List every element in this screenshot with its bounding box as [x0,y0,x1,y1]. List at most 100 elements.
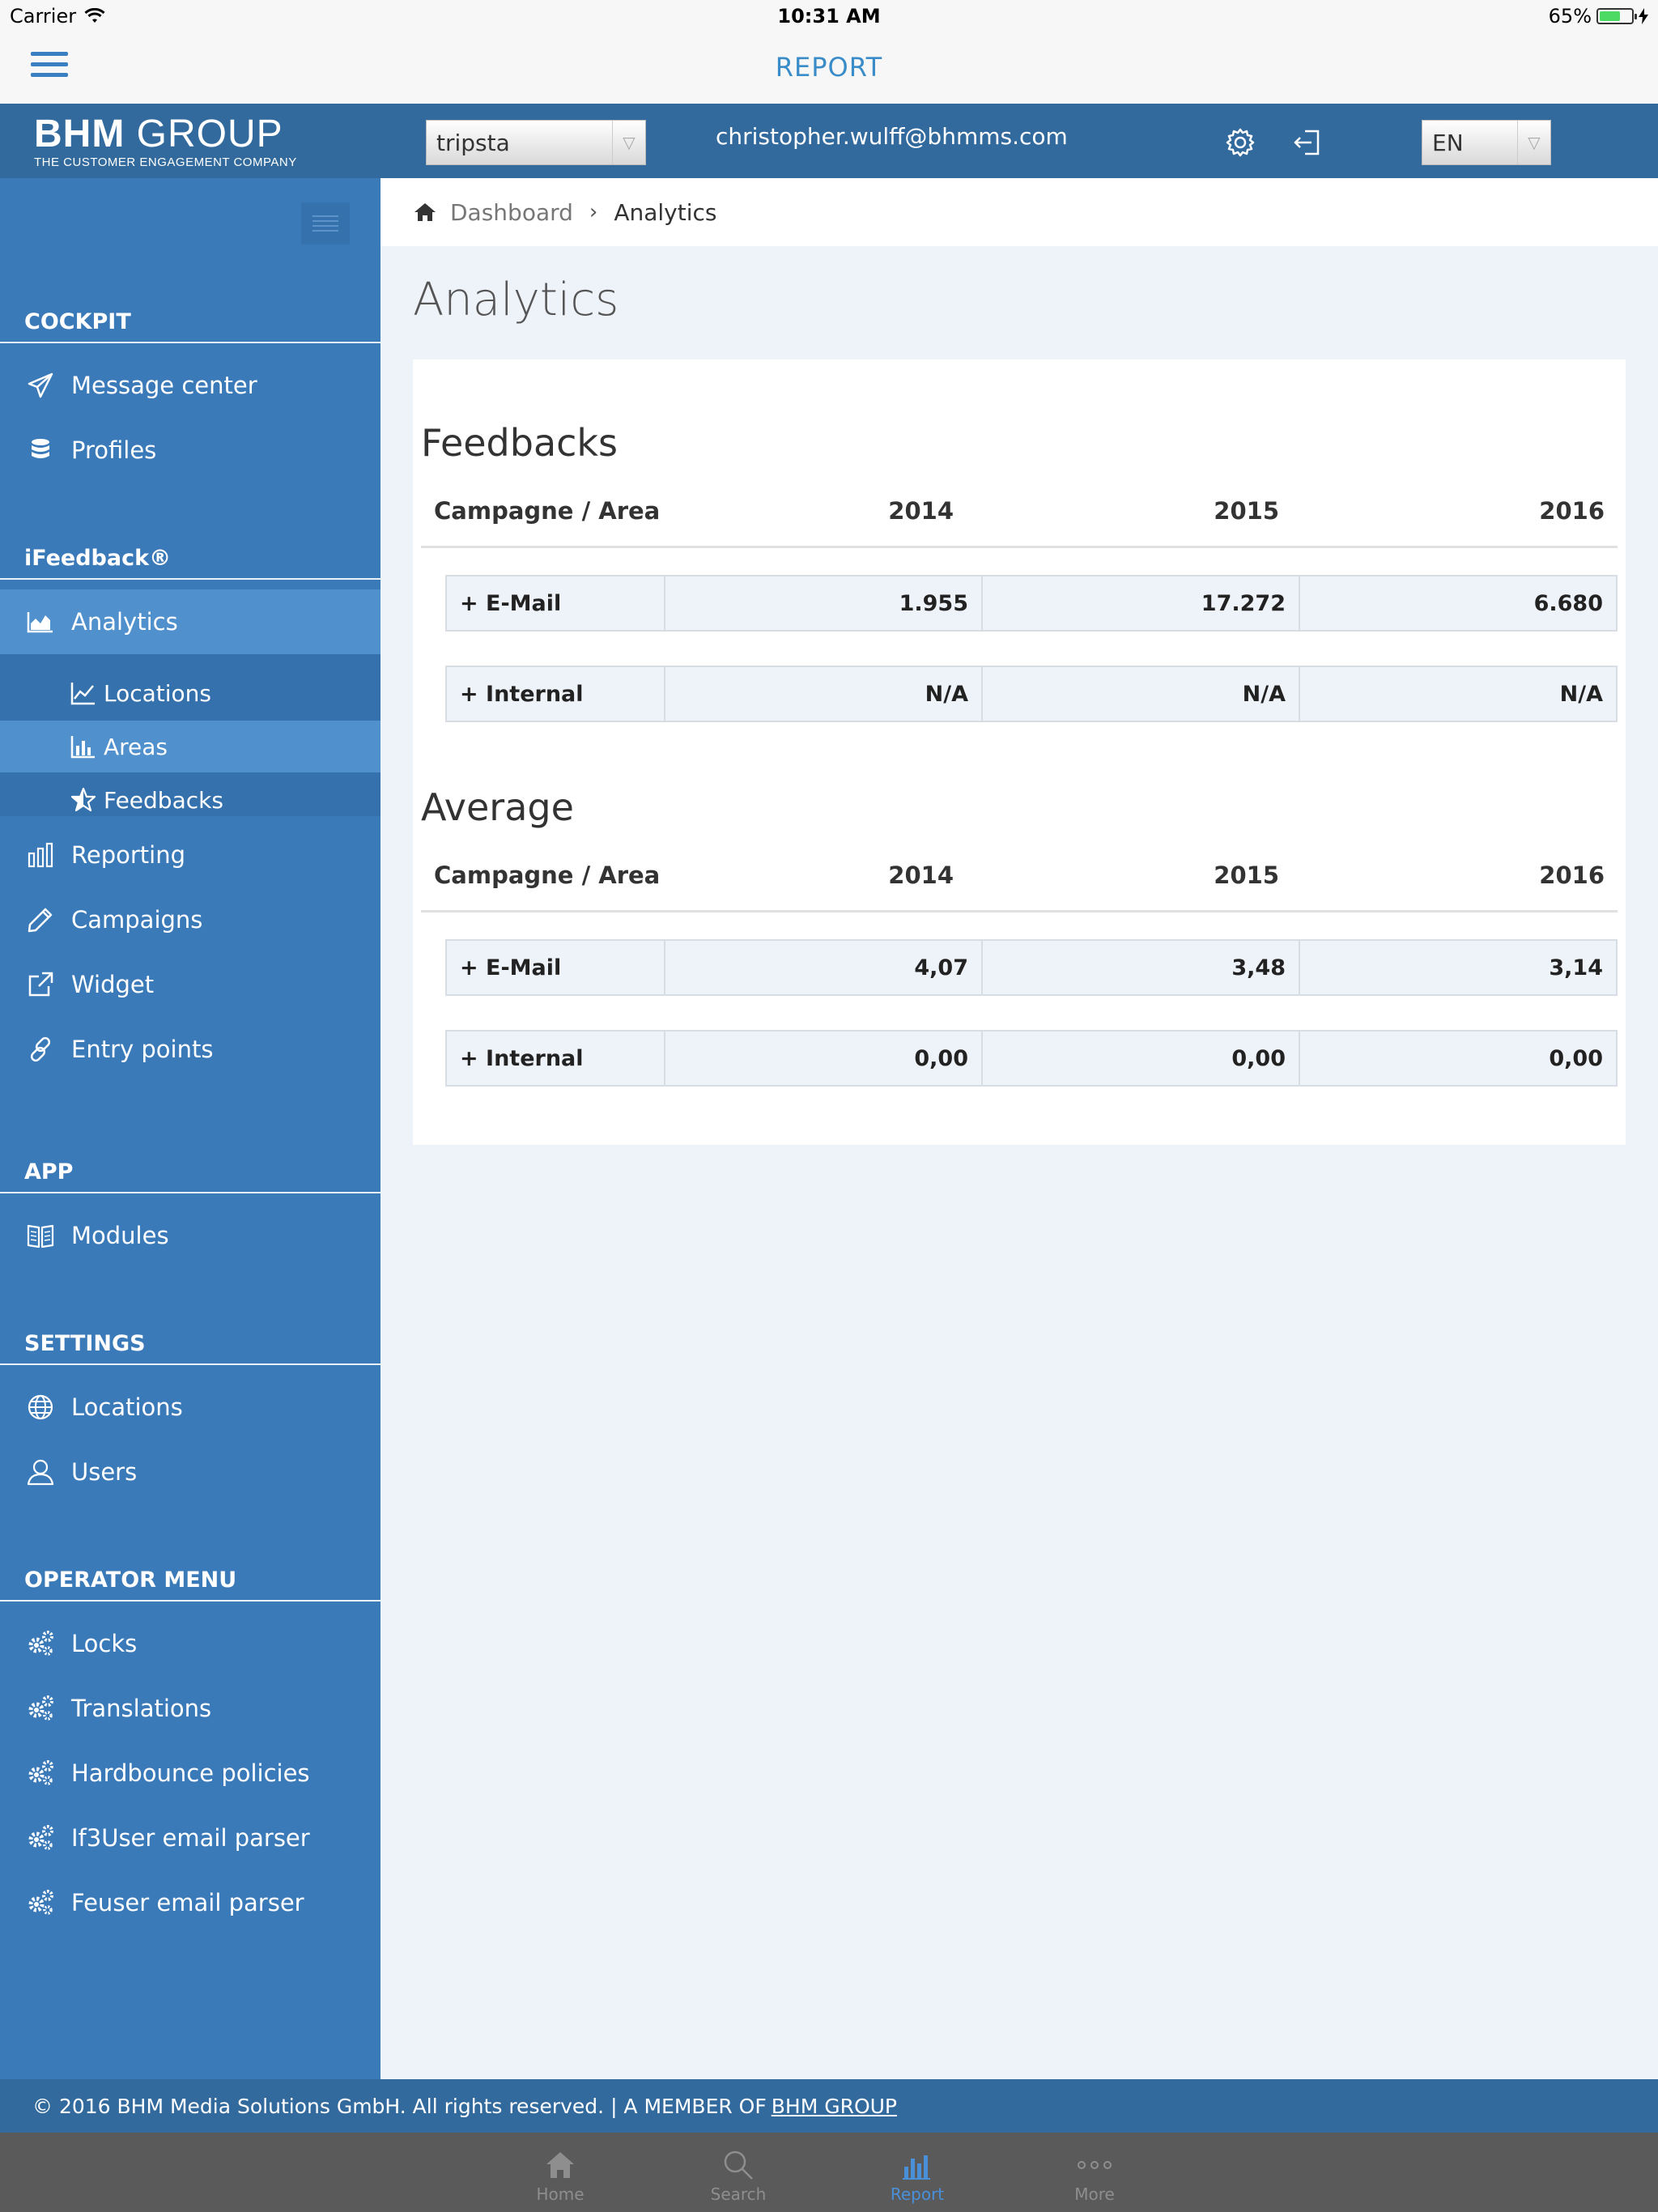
sidebar-item-label: Locations [71,1393,183,1421]
footer-bhm-group-link[interactable]: BHM GROUP [772,2095,897,2118]
row-label: + E-Mail [447,576,665,630]
sidebar-item-label: Users [71,1458,138,1486]
battery-icon [1596,8,1637,24]
analytics-card: Feedbacks Campagne / Area 2014 2015 2016… [413,359,1626,1145]
sidebar-item-users[interactable]: Users [0,1440,380,1504]
table-cell: 6.680 [1533,590,1603,616]
sidebar-item-message-center[interactable]: Message center [0,353,380,418]
client-select[interactable]: tripsta ▽ [426,120,646,165]
sidebar-subitem-locations[interactable]: Locations [0,667,380,719]
gear-icon[interactable] [1222,125,1258,160]
table-row-internal[interactable]: + Internal 0,00 0,00 0,00 [445,1030,1618,1087]
bar-chart-icon [903,2155,930,2180]
tab-home[interactable]: Home [504,2133,617,2212]
sidebar-collapse-button[interactable] [301,202,350,245]
charging-bolt-icon [1639,8,1648,24]
sidebar-item-reporting[interactable]: Reporting [0,823,380,887]
client-select-value: tripsta [436,129,510,156]
table-cell: 0,00 [1549,1045,1603,1071]
sidebar-item-label: Analytics [71,608,178,636]
analytics-submenu: Locations Areas Feedbacks [0,654,380,816]
tab-report[interactable]: Report [861,2133,974,2212]
table-cell: 0,00 [983,1032,1300,1085]
home-icon [546,2152,574,2178]
sidebar-item-hardbounce-policies[interactable]: Hardbounce policies [0,1741,380,1806]
clock: 10:31 AM [777,5,881,28]
sidebar-item-label: Modules [71,1222,169,1249]
row-label: + Internal [447,1032,665,1085]
search-icon [724,2150,753,2180]
table-cell: N/A [1559,681,1603,707]
sidebar-subitem-areas[interactable]: Areas [0,721,380,772]
column-header: Campagne / Area [434,861,661,889]
sidebar-item-label: Reporting [71,841,185,869]
sidebar-item-widget[interactable]: Widget [0,952,380,1017]
table-cell: 3,48 [983,941,1300,994]
feedbacks-title: Feedbacks [421,421,619,465]
sidebar-item-label: Profiles [71,436,157,464]
table-cell: N/A [983,667,1300,721]
sidebar-item-label: Hardbounce policies [71,1759,310,1787]
chevron-down-icon: ▽ [612,121,645,164]
sidebar-item-locks[interactable]: Locks [0,1611,380,1676]
sidebar-item-modules[interactable]: Modules [0,1203,380,1268]
globe-icon [28,1394,53,1420]
sidebar-item-entry-points[interactable]: Entry points [0,1017,380,1082]
table-cell: 4,07 [665,941,983,994]
battery-percent: 65% [1548,5,1592,28]
sidebar-item-profiles[interactable]: Profiles [0,418,380,483]
external-link-icon [28,972,53,997]
section-title-ifeedback: iFeedback® [0,546,380,580]
tab-more[interactable]: More [1038,2133,1151,2212]
tab-label: Home [536,2184,585,2204]
breadcrumb: Dashboard › Analytics [380,178,1658,246]
table-row-email[interactable]: + E-Mail 1.955 17.272 6.680 [445,575,1618,632]
sidebar-item-label: Feuser email parser [71,1889,304,1916]
home-icon[interactable] [413,200,437,224]
table-cell: 17.272 [983,576,1300,630]
column-header: 2014 [888,497,954,525]
sidebar-subitem-label: Feedbacks [104,786,223,814]
breadcrumb-current: Analytics [614,198,717,226]
column-header: 2015 [1214,497,1279,525]
sidebar-item-analytics[interactable]: Analytics [0,589,380,654]
bar-chart-icon [70,736,95,759]
sidebar-item-campaigns[interactable]: Campaigns [0,887,380,952]
sidebar-item-label: Entry points [71,1036,214,1063]
pencil-icon [28,908,53,933]
sidebar-item-label: Widget [71,971,155,998]
section-title-cockpit: COCKPIT [0,309,380,343]
language-select-value: EN [1432,129,1464,156]
sidebar-item-label: Translations [71,1695,212,1722]
gears-icon [28,1631,53,1656]
database-icon [32,439,49,458]
gears-icon [28,1825,53,1850]
bar-chart-icon [28,842,53,868]
section-title-settings: SETTINGS [0,1331,380,1365]
row-label: + Internal [447,667,665,721]
breadcrumb-dashboard-link[interactable]: Dashboard [450,199,573,226]
status-bar: Carrier 10:31 AM 65% [0,0,1658,32]
sidebar-item-feuser-email-parser[interactable]: Feuser email parser [0,1870,380,1935]
sidebar-item-label: Campaigns [71,906,203,934]
sidebar: COCKPIT Message center Profiles iFeedbac… [0,178,380,2079]
sidebar-item-settings-locations[interactable]: Locations [0,1375,380,1440]
site-footer: © 2016 BHM Media Solutions GmbH. All rig… [0,2079,1658,2133]
sidebar-item-if3user-email-parser[interactable]: If3User email parser [0,1806,380,1870]
book-icon [27,1224,54,1249]
sidebar-item-translations[interactable]: Translations [0,1676,380,1741]
table-cell: 1.955 [665,576,983,630]
tab-search[interactable]: Search [682,2133,795,2212]
user-icon [27,1459,54,1486]
language-select[interactable]: EN ▽ [1422,120,1551,165]
more-icon [1078,2161,1112,2169]
sidebar-subitem-feedbacks[interactable]: Feedbacks [0,774,380,826]
table-row-internal[interactable]: + Internal N/A N/A N/A [445,666,1618,722]
gears-icon [28,1760,53,1785]
sidebar-subitem-label: Locations [104,679,212,707]
sidebar-item-label: Locks [71,1630,138,1657]
table-cell: 0,00 [665,1032,983,1085]
sign-out-icon[interactable] [1290,125,1326,160]
column-header: 2016 [1539,861,1605,889]
table-row-email[interactable]: + E-Mail 4,07 3,48 3,14 [445,939,1618,996]
